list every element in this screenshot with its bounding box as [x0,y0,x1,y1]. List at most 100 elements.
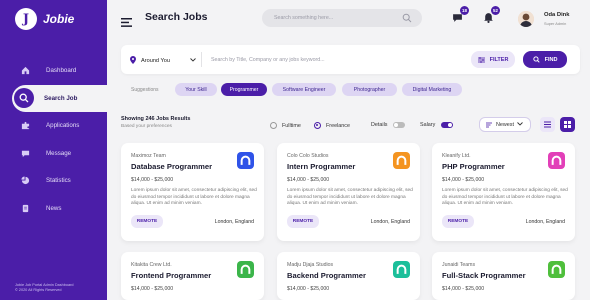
job-salary: $14,000 - $25,000 [131,177,174,183]
location-select[interactable]: Around You [130,56,196,66]
search-placeholder: Search something here... [274,15,334,21]
home-icon [21,66,30,75]
fulltime-label: Fulltime [282,122,301,129]
company-name: Madju Djaja Studios [287,262,334,268]
job-description: Lorem ipsum dolor sit amet, consectetur … [131,188,257,206]
toggle-switch[interactable] [393,122,406,128]
sidebar-item-label: Search Job [44,94,78,102]
job-card[interactable]: Colo Colo Studios Intern Programmer $14,… [277,143,420,241]
remote-tag: REMOTE [131,215,163,228]
suggestions-label: Suggestions [131,87,159,93]
suggestion-chip[interactable]: Photographer [342,83,397,96]
app-logo[interactable]: J Jobie [15,8,74,30]
job-salary: $14,000 - $25,000 [287,286,330,292]
job-title: Intern Programmer [287,162,356,171]
salary-toggle[interactable]: Salary [420,122,454,128]
job-search-bar: Around You Search by Title, Company or a… [121,45,580,74]
sidebar-footer: Jobie Job Portal Admin Dashboard © 2020 … [15,283,73,293]
job-card[interactable]: Kleanify Ltd. PHP Programmer $14,000 - $… [432,143,575,241]
job-title: Backend Programmer [287,271,366,280]
sidebar-item-label: News [46,204,62,212]
suggestion-chip[interactable]: Programmer [221,83,267,96]
avatar[interactable] [518,11,534,27]
notifications-button[interactable]: 52 [480,6,500,27]
job-salary: $14,000 - $25,000 [287,177,330,183]
notifications-badge: 52 [491,6,500,15]
remote-tag: REMOTE [442,215,474,228]
job-location: London, England [525,219,565,225]
job-card[interactable]: Kitakita Crew Ltd. Frontend Programmer $… [121,252,264,300]
results-count: Showing 246 Jobs Results [121,116,191,122]
sidebar-item-applications[interactable]: Applications [0,112,107,140]
sidebar-item-news[interactable]: News [0,195,107,223]
messages-badge: 18 [460,6,469,15]
keyword-input[interactable]: Search by Title, Company or any jobs key… [211,57,325,63]
company-name: Maximoz Team [131,153,166,159]
find-label: FIND [544,56,558,63]
sidebar-nav: Dashboard Search Job Applications Messag… [0,57,107,222]
divider [201,52,202,67]
list-view-button[interactable] [540,117,555,132]
job-card[interactable]: Maximoz Team Database Programmer $14,000… [121,143,264,241]
search-icon[interactable] [402,13,412,25]
filter-button[interactable]: FILTER [471,51,515,68]
puzzle-icon [21,121,30,130]
hamburger-menu-icon[interactable] [121,14,132,32]
details-toggle[interactable]: Details [371,122,406,128]
sort-value: Newest [496,121,514,128]
chevron-down-icon [517,122,523,128]
job-title: PHP Programmer [442,162,505,171]
job-description: Lorem ipsum dolor sit amet, consectetur … [442,188,568,206]
pie-chart-icon [21,176,30,185]
company-logo-icon [548,261,565,278]
job-card[interactable]: Madju Djaja Studios Backend Programmer $… [277,252,420,300]
sidebar-item-search-job[interactable]: Search Job [12,84,107,112]
company-logo-icon [237,261,254,278]
company-name: Kitakita Crew Ltd. [131,262,172,268]
job-location: London, England [370,219,410,225]
company-name: Kleanify Ltd. [442,153,471,159]
search-icon [532,56,540,63]
sidebar-item-dashboard[interactable]: Dashboard [0,57,107,85]
messages-button[interactable]: 18 [449,6,469,27]
radio-checked [314,122,321,129]
filter-icon [477,56,485,63]
job-salary: $14,000 - $25,000 [442,286,485,292]
company-logo-icon [393,261,410,278]
search-icon [14,88,34,109]
find-button[interactable]: FIND [523,51,567,68]
page-title: Search Jobs [145,11,208,23]
sidebar-item-label: Statistics [46,177,71,185]
sort-dropdown[interactable]: Newest [479,117,531,132]
sidebar-item-statistics[interactable]: Statistics [0,167,107,195]
suggestion-chip[interactable]: Your Skill [175,83,217,96]
job-card[interactable]: Junaidi Teams Full-Stack Programmer $14,… [432,252,575,300]
fulltime-radio[interactable]: Fulltime [270,122,301,129]
company-logo-icon [548,152,565,169]
location-value: Around You [141,58,170,64]
chevron-down-icon [190,58,196,64]
user-role: Super Admin [544,21,567,26]
freelance-label: Freelance [326,122,350,129]
job-salary: $14,000 - $25,000 [131,286,174,292]
sidebar: J Jobie Dashboard Search Job Application… [0,0,107,300]
job-location: London, England [214,219,254,225]
app-name: Jobie [43,12,75,26]
sidebar-item-message[interactable]: Message [0,140,107,168]
suggestion-chip[interactable]: Digital Marketing [402,83,462,96]
suggestion-chip[interactable]: Software Engineer [272,83,336,96]
radio-unchecked [270,122,277,129]
freelance-radio[interactable]: Freelance [314,122,350,129]
list-icon [544,121,551,128]
salary-label: Salary [420,122,436,128]
logo-mark: J [15,8,37,30]
toggle-switch[interactable] [441,122,454,128]
job-salary: $14,000 - $25,000 [442,177,485,183]
global-search-input[interactable]: Search something here... [262,9,422,27]
document-icon [21,204,30,213]
chat-icon [21,149,30,158]
sort-icon [486,122,492,128]
grid-view-button[interactable] [560,117,575,132]
job-description: Lorem ipsum dolor sit amet, consectetur … [287,188,413,206]
sidebar-item-label: Dashboard [46,67,77,75]
